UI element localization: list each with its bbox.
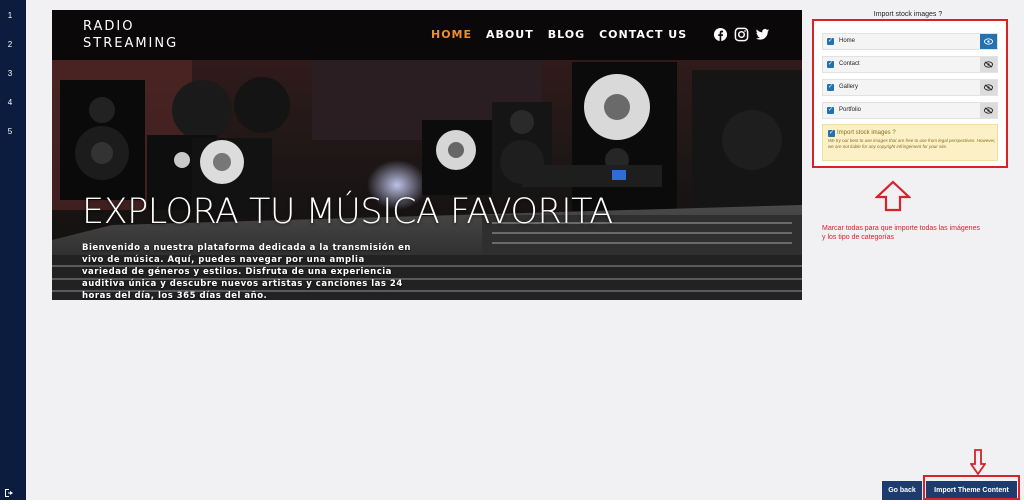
notice-text: We try our best to use images that are f… — [828, 138, 996, 149]
portfolio-checkbox[interactable]: ✓ — [827, 107, 834, 114]
preview-toggle-gallery[interactable] — [980, 80, 997, 95]
nav-home[interactable]: HOME — [431, 28, 472, 41]
step-5[interactable]: 5 — [0, 127, 20, 136]
wizard-steps-sidebar: 1 2 3 4 5 — [0, 0, 26, 500]
hero-title: EXPLORA TU MÚSICA FAVORITA — [82, 192, 613, 232]
home-checkbox[interactable]: ✓ — [827, 38, 834, 45]
preview-toggle-contact[interactable] — [980, 57, 997, 72]
nav-contact-us[interactable]: CONTACT US — [599, 28, 687, 41]
go-back-button[interactable]: Go back — [882, 481, 922, 500]
instruction-text: Marcar todas para que importe todas las … — [822, 225, 980, 241]
facebook-icon[interactable] — [713, 27, 728, 42]
instagram-icon[interactable] — [734, 27, 749, 42]
arrow-up-icon — [875, 180, 911, 212]
import-options-panel: ✓ Home ✓ Contact ✓ Gallery ✓ Portfolio ✓… — [812, 19, 1008, 168]
page-option-home: ✓ Home — [822, 33, 998, 50]
stock-images-notice: ✓ Import stock images ? We try our best … — [822, 124, 998, 161]
site-logo[interactable]: RADIO STREAMING — [83, 18, 178, 52]
import-button-highlight — [923, 475, 1020, 500]
page-option-label: Portfolio — [839, 107, 862, 113]
page-option-label: Contact — [839, 61, 860, 67]
page-option-label: Gallery — [839, 84, 859, 90]
import-stock-images-checkbox[interactable]: ✓ — [828, 130, 835, 137]
nav-about[interactable]: ABOUT — [486, 28, 534, 41]
notice-title: Import stock images ? — [837, 130, 896, 136]
step-4[interactable]: 4 — [0, 98, 20, 107]
exit-icon[interactable] — [4, 488, 14, 498]
nav-blog[interactable]: BLOG — [548, 28, 585, 41]
preview-toggle-portfolio[interactable] — [980, 103, 997, 118]
eye-slash-icon — [984, 61, 993, 68]
page-option-gallery: ✓ Gallery — [822, 79, 998, 96]
eye-slash-icon — [984, 107, 993, 114]
social-links — [713, 27, 770, 42]
gallery-checkbox[interactable]: ✓ — [827, 84, 834, 91]
arrow-down-icon — [970, 449, 986, 475]
page-option-label: Home — [839, 38, 856, 44]
twitter-icon[interactable] — [755, 27, 770, 42]
import-panel-title: Import stock images ? — [873, 11, 943, 18]
page-option-contact: ✓ Contact — [822, 56, 998, 73]
site-header: RADIO STREAMING HOME ABOUT BLOG CONTACT … — [52, 10, 802, 60]
logo-line-2: STREAMING — [83, 36, 179, 51]
preview-toggle-home[interactable] — [980, 34, 997, 49]
step-3[interactable]: 3 — [0, 69, 20, 78]
step-1[interactable]: 1 — [0, 11, 20, 20]
hero-text: Bienvenido a nuestra plataforma dedicada… — [82, 243, 411, 300]
step-2[interactable]: 2 — [0, 40, 20, 49]
eye-slash-icon — [984, 84, 993, 91]
logo-line-1: RADIO — [83, 19, 135, 34]
eye-icon — [984, 38, 993, 45]
site-nav: HOME ABOUT BLOG CONTACT US — [431, 28, 687, 41]
theme-preview: RADIO STREAMING HOME ABOUT BLOG CONTACT … — [52, 10, 802, 300]
contact-checkbox[interactable]: ✓ — [827, 61, 834, 68]
page-option-portfolio: ✓ Portfolio — [822, 102, 998, 119]
